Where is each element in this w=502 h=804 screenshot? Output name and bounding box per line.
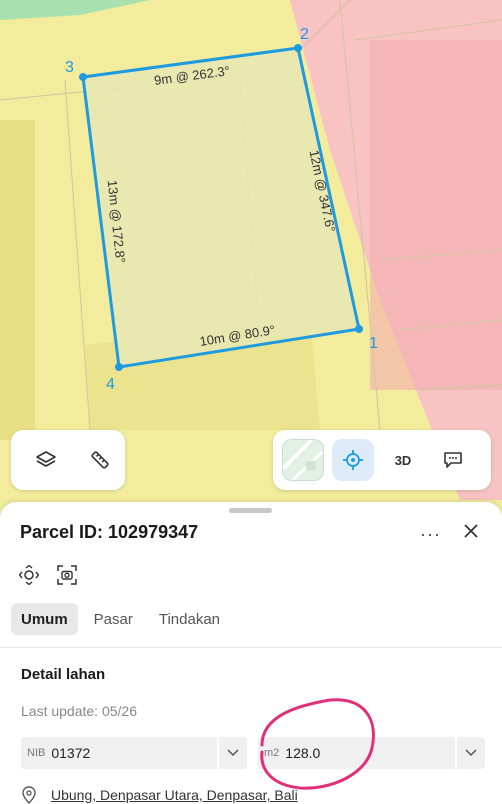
map-toolbar-left <box>11 430 125 490</box>
feedback-icon <box>444 452 462 468</box>
nib-field[interactable]: NIB 01372 <box>21 737 247 769</box>
area-dropdown-button[interactable] <box>455 737 485 769</box>
camera-scan-icon <box>57 565 77 585</box>
section-title: Detail lahan <box>21 666 106 683</box>
basemap-thumbnail-icon <box>283 440 323 480</box>
locate-button[interactable] <box>332 439 374 481</box>
tab-umum[interactable]: Umum <box>11 603 78 635</box>
tab-pasar[interactable]: Pasar <box>84 603 143 635</box>
crosshair-icon <box>343 450 363 470</box>
map-toolbar-right: 3D <box>273 430 491 490</box>
view-3d-button[interactable]: 3D <box>382 439 424 481</box>
vertex-dot-3[interactable] <box>79 73 87 81</box>
vertex-label-3: 3 <box>65 59 74 76</box>
nib-dropdown-button[interactable] <box>217 737 247 769</box>
area-field[interactable]: m2 128.0 <box>258 737 485 769</box>
feedback-button[interactable] <box>432 439 474 481</box>
vertex-dot-2[interactable] <box>294 44 302 52</box>
parcel-detail-sheet: Parcel ID: 102979347 ··· Umum Pasar Tind… <box>0 502 502 804</box>
vertex-label-2: 2 <box>300 26 309 43</box>
location-pin-icon <box>22 786 36 804</box>
parcel-title: Parcel ID: 102979347 <box>20 522 199 542</box>
measure-button[interactable] <box>79 439 121 481</box>
zone-pink-dark <box>370 40 502 390</box>
vertex-label-4: 4 <box>106 376 115 393</box>
tabs-divider <box>0 647 502 648</box>
close-button[interactable] <box>460 520 482 542</box>
layers-button[interactable] <box>25 439 67 481</box>
layers-icon <box>36 451 56 467</box>
vertex-dot-4[interactable] <box>115 363 123 371</box>
focus-icon <box>19 565 39 585</box>
area-unit-label: m2 <box>264 747 280 759</box>
nib-label: NIB <box>27 747 46 759</box>
close-icon <box>464 524 478 538</box>
parcel-action-icons <box>18 564 78 586</box>
basemap-button[interactable] <box>282 439 324 481</box>
capture-button[interactable] <box>56 564 78 586</box>
vertex-dot-1[interactable] <box>355 325 363 333</box>
tab-tindakan[interactable]: Tindakan <box>149 603 230 635</box>
address-link[interactable]: Ubung, Denpasar Utara, Denpasar, Bali <box>21 786 298 804</box>
measure-icon <box>91 451 109 469</box>
chevron-down-icon <box>465 749 477 757</box>
drag-handle[interactable] <box>229 508 272 513</box>
zone-olive <box>0 120 35 440</box>
area-value: 128.0 <box>285 745 321 761</box>
zoom-to-parcel-button[interactable] <box>18 564 40 586</box>
vertex-label-1: 1 <box>369 335 378 352</box>
address-text: Ubung, Denpasar Utara, Denpasar, Bali <box>51 787 298 803</box>
nib-value: 01372 <box>51 745 91 761</box>
more-options-button[interactable]: ··· <box>420 524 441 545</box>
chevron-down-icon <box>227 749 239 757</box>
last-update: Last update: 05/26 <box>21 703 137 719</box>
detail-tabs: Umum Pasar Tindakan <box>11 603 230 635</box>
